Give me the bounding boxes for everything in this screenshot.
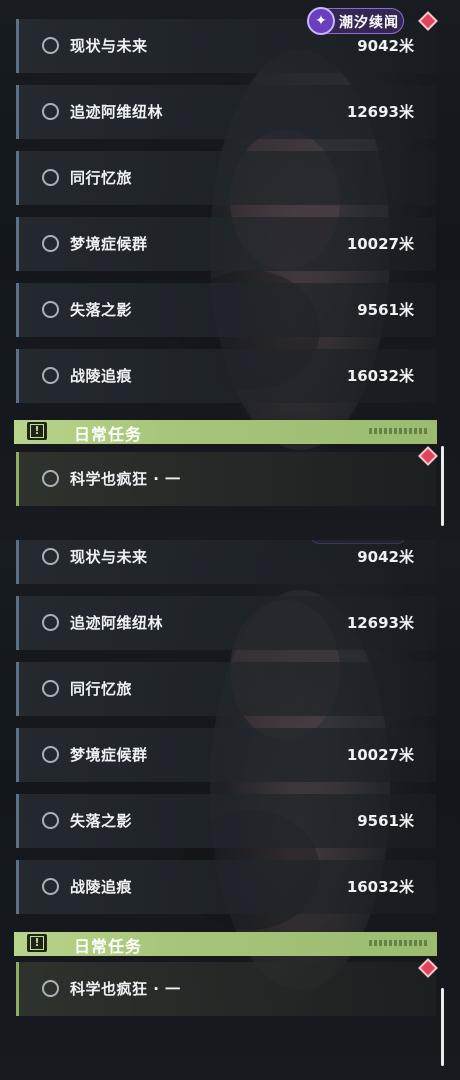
quest-row[interactable]: 失落之影 9561米 <box>16 794 436 848</box>
quest-row[interactable]: 同行忆旅 <box>16 662 436 716</box>
quest-name: 同行忆旅 <box>70 169 133 187</box>
quest-row[interactable]: 现状与未来 9042米 <box>16 540 436 584</box>
section-header-daily[interactable]: ! 日常任务 <box>14 932 437 956</box>
quest-name: 失落之影 <box>70 812 133 830</box>
section-title: 日常任务 <box>74 425 143 444</box>
radio-circle-icon[interactable] <box>42 169 59 186</box>
scrollbar[interactable] <box>441 446 444 526</box>
sparkle-logo-icon: ✦ <box>307 7 335 35</box>
radio-circle-icon[interactable] <box>42 470 59 487</box>
exclamation-icon: ! <box>27 934 47 952</box>
quest-row[interactable]: 失落之影 9561米 <box>16 283 436 337</box>
section-decoration <box>369 428 429 434</box>
quest-distance: 9042米 <box>357 37 414 55</box>
quest-distance: 9561米 <box>357 812 414 830</box>
quest-row[interactable]: 追迹阿维纽林 12693米 <box>16 85 436 139</box>
radio-circle-icon[interactable] <box>42 812 59 829</box>
radio-circle-icon[interactable] <box>42 37 59 54</box>
quest-distance: 9042米 <box>357 548 414 566</box>
radio-circle-icon[interactable] <box>42 680 59 697</box>
quest-distance: 10027米 <box>346 746 414 764</box>
quest-distance: 12693米 <box>346 614 414 632</box>
quest-row[interactable]: 追迹阿维纽林 12693米 <box>16 596 436 650</box>
quest-row[interactable]: 同行忆旅 <box>16 151 436 205</box>
quest-name: 战陵追痕 <box>70 367 133 385</box>
quest-row[interactable]: 战陵追痕 16032米 <box>16 349 436 403</box>
quest-name: 梦境症候群 <box>70 235 148 253</box>
daily-quest-row[interactable]: 科学也疯狂 · 一 <box>16 452 436 506</box>
section-decoration <box>369 940 429 946</box>
section-header-daily[interactable]: ! 日常任务 <box>14 420 437 444</box>
quest-row[interactable]: 梦境症候群 10027米 <box>16 217 436 271</box>
section-title: 日常任务 <box>74 937 143 956</box>
app-badge[interactable]: ✦ 潮汐续闻 <box>307 7 404 35</box>
quest-name: 现状与未来 <box>70 548 148 566</box>
quest-name: 梦境症候群 <box>70 746 148 764</box>
quest-name: 同行忆旅 <box>70 680 133 698</box>
quest-row[interactable]: 梦境症候群 10027米 <box>16 728 436 782</box>
quest-name: 战陵追痕 <box>70 878 133 896</box>
radio-circle-icon[interactable] <box>42 103 59 120</box>
quest-name: 追迹阿维纽林 <box>70 103 164 121</box>
quest-name: 科学也疯狂 · 一 <box>70 470 181 488</box>
radio-circle-icon[interactable] <box>42 878 59 895</box>
scrollbar[interactable] <box>441 988 444 1066</box>
quest-panel-top: 现状与未来 9042米 追迹阿维纽林 12693米 同行忆旅 梦境症候群 100… <box>0 0 460 540</box>
app-badge-label: 潮汐续闻 <box>339 15 399 31</box>
radio-circle-icon[interactable] <box>42 367 59 384</box>
quest-name: 现状与未来 <box>70 37 148 55</box>
radio-circle-icon[interactable] <box>42 980 59 997</box>
daily-quest-row[interactable]: 科学也疯狂 · 一 <box>16 962 436 1016</box>
quest-distance: 12693米 <box>346 103 414 121</box>
quest-distance: 16032米 <box>346 878 414 896</box>
quest-name: 失落之影 <box>70 301 133 319</box>
radio-circle-icon[interactable] <box>42 235 59 252</box>
quest-name: 科学也疯狂 · 一 <box>70 980 181 998</box>
quest-name: 追迹阿维纽林 <box>70 614 164 632</box>
quest-row[interactable]: 战陵追痕 16032米 <box>16 860 436 914</box>
radio-circle-icon[interactable] <box>42 548 59 565</box>
radio-circle-icon[interactable] <box>42 301 59 318</box>
quest-panel-bottom: 现状与未来 9042米 追迹阿维纽林 12693米 同行忆旅 梦境症候群 100… <box>0 540 460 1080</box>
exclamation-icon: ! <box>27 422 47 440</box>
quest-distance: 10027米 <box>346 235 414 253</box>
radio-circle-icon[interactable] <box>42 746 59 763</box>
radio-circle-icon[interactable] <box>42 614 59 631</box>
quest-distance: 9561米 <box>357 301 414 319</box>
quest-distance: 16032米 <box>346 367 414 385</box>
